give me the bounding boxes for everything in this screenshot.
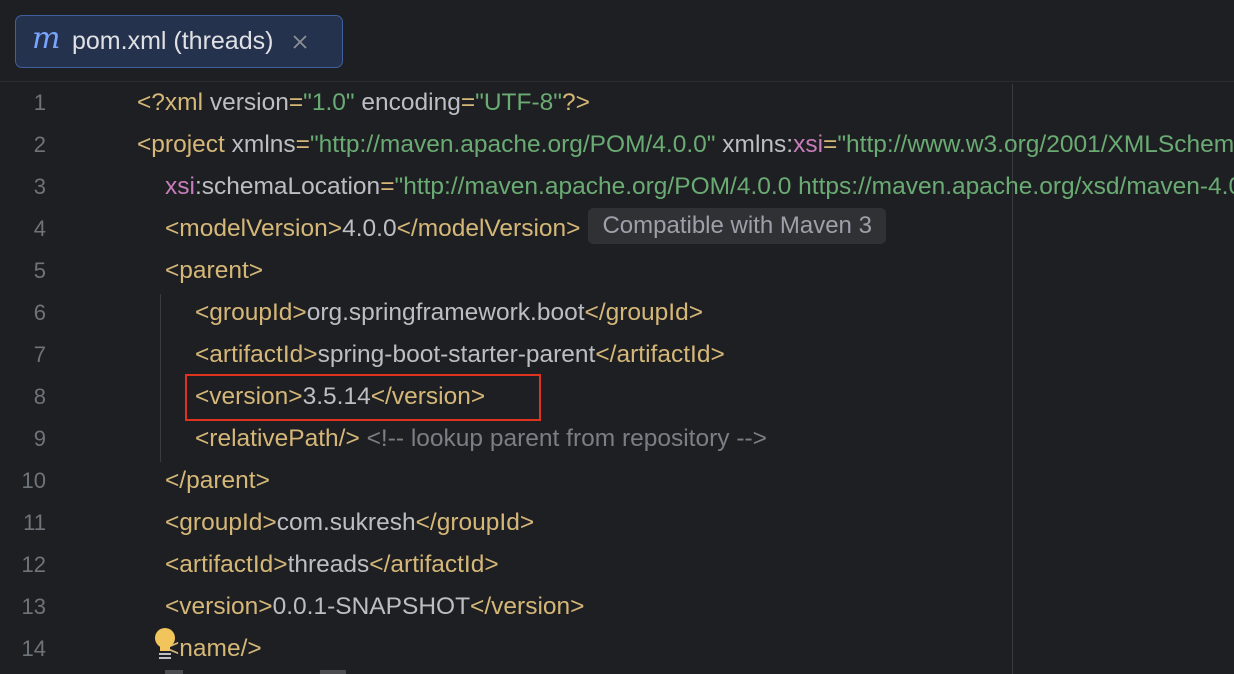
code-token: <?xml bbox=[137, 89, 210, 116]
line-number: 12 bbox=[21, 552, 46, 577]
code-line[interactable]: 2 <project xmlns="http://maven.apache.org… bbox=[0, 124, 1234, 166]
code-token: <artifactId> bbox=[195, 341, 318, 368]
code-token: xmlns bbox=[231, 131, 296, 158]
line-number: 1 bbox=[33, 90, 46, 115]
code-token: "1.0" bbox=[303, 89, 355, 116]
code-token: version bbox=[209, 89, 289, 116]
code-token: "http://maven.apache.org/POM/4.0.0" bbox=[309, 131, 716, 158]
line-number: 7 bbox=[33, 342, 46, 367]
code-token: = bbox=[295, 131, 310, 158]
code-line[interactable]: 6 <groupId>org.springframework.boot</grou… bbox=[0, 292, 1234, 334]
code-token: </groupId> bbox=[415, 509, 535, 536]
code-token: :schemaLocation bbox=[194, 173, 381, 200]
code-token: <artifactId> bbox=[165, 551, 288, 578]
code-token: threads bbox=[287, 551, 370, 578]
code-editor[interactable]: 1 <?xml version="1.0" encoding="UTF-8"?> 2… bbox=[0, 82, 1234, 674]
code-token: </artifactId> bbox=[595, 341, 725, 368]
code-text: <artifactId>spring-boot-starter-parent</… bbox=[195, 334, 725, 376]
code-line[interactable]: 3 xsi:schemaLocation="http://maven.apache… bbox=[0, 166, 1234, 208]
inlay-hint: Compatible with Maven 3 bbox=[588, 208, 886, 244]
code-token: com.sukresh bbox=[276, 509, 416, 536]
line-number: 9 bbox=[33, 426, 46, 451]
code-text: xsi:schemaLocation="http://maven.apache.… bbox=[165, 166, 1234, 208]
code-line[interactable]: 11 <groupId>com.sukresh</groupId> bbox=[0, 502, 1234, 544]
close-icon[interactable] bbox=[289, 31, 311, 53]
code-token: "http://www.w3.org/2001/XMLSchema-instan… bbox=[837, 131, 1234, 158]
line-number: 3 bbox=[33, 174, 46, 199]
code-token: <parent> bbox=[165, 257, 264, 284]
line-number: 2 bbox=[33, 132, 46, 157]
code-token: <name/> bbox=[165, 635, 262, 662]
tab-label: pom.xml (threads) bbox=[72, 27, 274, 55]
code-line[interactable]: 14 <name/> bbox=[0, 628, 1234, 670]
code-token: <project bbox=[137, 131, 232, 158]
code-text: <?xml version="1.0" encoding="UTF-8"?> bbox=[137, 82, 590, 124]
scroll-mark bbox=[165, 670, 183, 674]
code-text: <project xmlns="http://maven.apache.org/… bbox=[137, 124, 1234, 166]
code-text: <version>0.0.1-SNAPSHOT</version> bbox=[165, 586, 584, 628]
code-token: </version> bbox=[470, 593, 585, 620]
code-token: "UTF-8" bbox=[475, 89, 562, 116]
code-token: <modelVersion> bbox=[165, 215, 343, 242]
code-text: <groupId>com.sukresh</groupId> bbox=[165, 502, 534, 544]
code-line[interactable]: 9 <relativePath/> <!-- lookup parent from… bbox=[0, 418, 1234, 460]
code-token: xsi bbox=[793, 131, 824, 158]
code-token: xmlns: bbox=[715, 131, 794, 158]
maven-m-icon: m bbox=[32, 20, 61, 56]
code-token: = bbox=[380, 173, 395, 200]
code-line[interactable]: 7 <artifactId>spring-boot-starter-parent<… bbox=[0, 334, 1234, 376]
code-token: = bbox=[288, 89, 304, 116]
code-token: <version> bbox=[165, 593, 273, 620]
code-line[interactable]: 10 </parent> bbox=[0, 460, 1234, 502]
code-token: encoding bbox=[354, 89, 461, 116]
code-token: </artifactId> bbox=[369, 551, 499, 578]
line-number: 11 bbox=[23, 510, 46, 535]
code-token: 0.0.1-SNAPSHOT bbox=[272, 593, 471, 620]
code-line[interactable]: 12 <artifactId>threads</artifactId> bbox=[0, 544, 1234, 586]
editor-tab-bar: m pom.xml (threads) bbox=[0, 0, 1234, 82]
code-line[interactable]: 5 <parent> bbox=[0, 250, 1234, 292]
code-token: = bbox=[823, 131, 838, 158]
scroll-mark bbox=[320, 670, 346, 674]
code-token: <relativePath/> bbox=[195, 425, 360, 452]
annotation-highlight-box bbox=[185, 374, 541, 421]
code-text: <parent> bbox=[165, 250, 263, 292]
line-number: 13 bbox=[21, 594, 46, 619]
code-token: 4.0.0 bbox=[342, 215, 397, 242]
code-text: </parent> bbox=[165, 460, 270, 502]
code-token: </parent> bbox=[165, 467, 270, 494]
code-token: <groupId> bbox=[195, 299, 307, 326]
code-token: = bbox=[460, 89, 476, 116]
code-text: <relativePath/> <!-- lookup parent from … bbox=[195, 418, 767, 460]
line-number: 4 bbox=[33, 216, 46, 241]
lightbulb-icon[interactable] bbox=[153, 627, 177, 661]
code-text: <name/> bbox=[165, 628, 262, 670]
code-text: <artifactId>threads</artifactId> bbox=[165, 544, 499, 586]
code-line[interactable]: 1 <?xml version="1.0" encoding="UTF-8"?> bbox=[0, 82, 1234, 124]
line-number: 5 bbox=[33, 258, 46, 283]
code-token: spring-boot-starter-parent bbox=[317, 341, 596, 368]
code-line[interactable]: 4 <modelVersion>4.0.0</modelVersion> Compa… bbox=[0, 208, 1234, 250]
ide-window: m pom.xml (threads) 1 <?xml version="1.0"… bbox=[0, 0, 1234, 674]
code-token: "http://maven.apache.org/POM/4.0.0 https… bbox=[394, 173, 1234, 200]
code-token: <groupId> bbox=[165, 509, 277, 536]
code-token: <!-- lookup parent from repository --> bbox=[359, 425, 767, 452]
line-number: 6 bbox=[33, 300, 46, 325]
line-number: 10 bbox=[21, 468, 46, 493]
code-token: </groupId> bbox=[584, 299, 704, 326]
code-text: <modelVersion>4.0.0</modelVersion> Compat… bbox=[165, 208, 886, 250]
line-number: 14 bbox=[21, 636, 46, 661]
code-token: ?> bbox=[561, 89, 590, 116]
line-number: 8 bbox=[33, 384, 46, 409]
code-line[interactable]: 13 <version>0.0.1-SNAPSHOT</version> bbox=[0, 586, 1234, 628]
tab-pom-xml[interactable]: m pom.xml (threads) bbox=[15, 15, 343, 68]
code-token: org.springframework.boot bbox=[306, 299, 585, 326]
code-token: xsi bbox=[165, 173, 195, 200]
code-token: </modelVersion> bbox=[396, 215, 581, 242]
code-text: <groupId>org.springframework.boot</group… bbox=[195, 292, 703, 334]
